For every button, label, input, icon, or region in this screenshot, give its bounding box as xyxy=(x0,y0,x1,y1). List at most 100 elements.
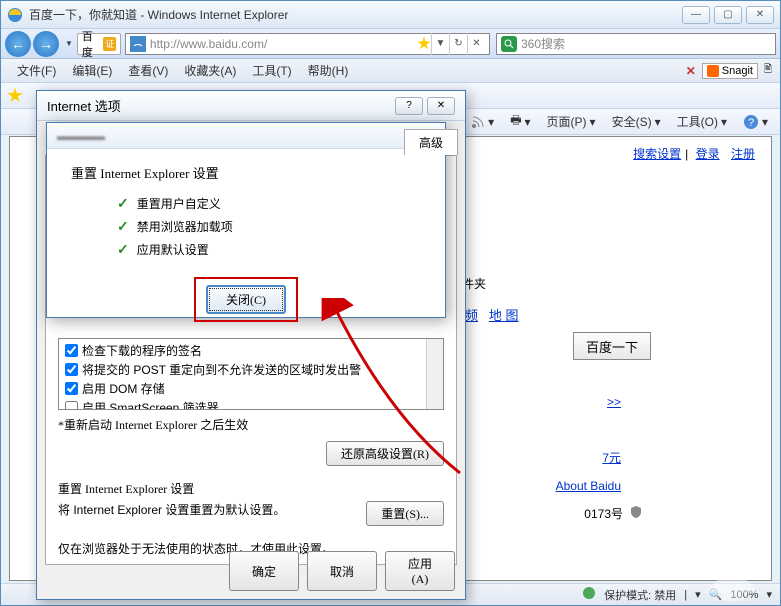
forward-button[interactable]: → xyxy=(33,31,59,57)
favorites-indicator[interactable]: 百度 证 xyxy=(77,33,121,55)
setting-row[interactable]: 将提交的 POST 重定向到不允许发送的区域时发出警 xyxy=(61,360,441,379)
snagit-dropdown-icon[interactable]: 🖹 xyxy=(764,62,772,79)
menu-help[interactable]: 帮助(H) xyxy=(300,62,357,79)
close-button[interactable]: 关闭(C) xyxy=(206,285,286,314)
feeds-button[interactable]: ▾ xyxy=(465,115,500,129)
baidu-search-button[interactable]: 百度一下 xyxy=(573,332,651,360)
minimize-button[interactable]: — xyxy=(682,6,710,24)
apply-button[interactable]: 应用(A) xyxy=(385,551,455,591)
link-map[interactable]: 地 图 xyxy=(489,308,519,323)
setting-label: 启用 SmartScreen 筛选器 xyxy=(82,399,219,410)
refresh-button[interactable]: ↻ xyxy=(449,33,467,55)
menu-file[interactable]: 文件(F) xyxy=(9,62,64,79)
dialog-close-button[interactable]: ✕ xyxy=(427,97,455,115)
baidu-favicon xyxy=(130,36,146,52)
menu-bar: 文件(F) 编辑(E) 查看(V) 收藏夹(A) 工具(T) 帮助(H) ✕ S… xyxy=(1,59,780,83)
link-video[interactable]: 频 xyxy=(465,308,478,323)
url-text: http://www.baidu.com/ xyxy=(150,37,417,51)
close-button[interactable]: ✕ xyxy=(746,6,774,24)
checkbox[interactable] xyxy=(65,382,78,395)
page-menu[interactable]: 页面(P)▾ xyxy=(541,113,602,130)
dialog-footer: 确定 取消 应用(A) xyxy=(229,551,455,591)
link-login[interactable]: 登录 xyxy=(696,147,720,161)
address-bar[interactable]: http://www.baidu.com/ ▼ ↻ ✕ xyxy=(125,33,490,55)
link-about-baidu[interactable]: About Baidu xyxy=(556,479,621,493)
tab-advanced[interactable]: 高级 xyxy=(404,129,458,155)
history-dropdown[interactable]: ▼ xyxy=(65,39,73,48)
menu-edit[interactable]: 编辑(E) xyxy=(64,62,120,79)
snagit-label: Snagit xyxy=(722,65,753,77)
reset-item: ✓ 禁用浏览器加载项 xyxy=(117,215,445,238)
dialog-titlebar: Internet 选项 ? ✕ xyxy=(37,91,465,121)
maximize-button[interactable]: ▢ xyxy=(714,6,742,24)
titlebar: 百度一下，你就知道 - Windows Internet Explorer — … xyxy=(1,1,780,29)
watermark-logo: 系统之家 xyxy=(687,552,777,602)
reset-item-label: 禁用浏览器加载项 xyxy=(137,218,233,235)
check-icon: ✓ xyxy=(117,218,129,235)
checkbox[interactable] xyxy=(65,363,78,376)
svg-text:?: ? xyxy=(748,117,754,129)
stop-button[interactable]: ✕ xyxy=(467,33,485,55)
reset-dialog-titlebar: ▬▬▬▬ xyxy=(47,123,445,149)
check-icon: ✓ xyxy=(117,241,129,258)
scrollbar[interactable] xyxy=(426,339,443,409)
safety-menu[interactable]: 安全(S)▾ xyxy=(606,113,667,130)
address-dropdown[interactable]: ▼ xyxy=(431,33,449,55)
protected-mode-label: 保护模式: 禁用 xyxy=(604,587,676,603)
window-title: 百度一下，你就知道 - Windows Internet Explorer xyxy=(29,6,682,23)
link-price[interactable]: 7元 xyxy=(602,449,621,466)
baidu-category-links: 频 地 图 xyxy=(465,305,518,324)
setting-row[interactable]: 启用 DOM 存储 xyxy=(61,379,441,398)
bookmark-star-icon[interactable] xyxy=(417,37,431,51)
restart-note: *重新启动 Internet Explorer 之后生效 xyxy=(58,416,444,433)
link-search-settings[interactable]: 搜索设置 xyxy=(633,147,681,161)
favorites-label: 百度 xyxy=(82,28,102,60)
checkbox[interactable] xyxy=(65,344,78,357)
snagit-toolbar[interactable]: Snagit xyxy=(702,63,758,79)
tools-menu[interactable]: 工具(O)▾ xyxy=(671,113,733,130)
ok-button[interactable]: 确定 xyxy=(229,551,299,591)
reset-dialog-heading: 重置 Internet Explorer 设置 xyxy=(47,149,445,192)
close-tabs-icon[interactable]: ✕ xyxy=(686,64,696,78)
search-icon xyxy=(501,36,517,52)
reset-button[interactable]: 重置(S)... xyxy=(366,501,444,526)
cancel-button[interactable]: 取消 xyxy=(307,551,377,591)
setting-label: 检查下载的程序的签名 xyxy=(82,342,202,359)
restore-advanced-button[interactable]: 还原高级设置(R) xyxy=(326,441,444,466)
search-box[interactable]: 360搜索 xyxy=(496,33,776,55)
advanced-settings-list[interactable]: 检查下载的程序的签名 将提交的 POST 重定向到不允许发送的区域时发出警 启用… xyxy=(58,338,444,410)
dialog-title: Internet 选项 xyxy=(47,96,121,115)
window-controls: — ▢ ✕ xyxy=(682,6,774,24)
help-button[interactable]: ?▾ xyxy=(737,114,774,130)
search-placeholder: 360搜索 xyxy=(521,35,565,52)
check-icon: ✓ xyxy=(117,195,129,212)
reset-progress-list: ✓ 重置用户自定义 ✓ 禁用浏览器加载项 ✓ 应用默认设置 xyxy=(47,192,445,261)
reset-dialog-title-blurred: ▬▬▬▬ xyxy=(57,129,105,143)
ie-icon xyxy=(7,7,23,23)
internet-zone-icon xyxy=(582,586,596,603)
shield-icon xyxy=(629,505,643,522)
nav-toolbar: ← → ▼ 百度 证 http://www.baidu.com/ ▼ ↻ ✕ 3… xyxy=(1,29,780,59)
link-register[interactable]: 注册 xyxy=(731,147,755,161)
menu-favorites[interactable]: 收藏夹(A) xyxy=(176,62,244,79)
checkbox[interactable] xyxy=(65,401,78,410)
setting-row[interactable]: 启用 SmartScreen 筛选器 xyxy=(61,398,441,410)
setting-label: 启用 DOM 存储 xyxy=(82,380,165,397)
setting-label: 将提交的 POST 重定向到不允许发送的区域时发出警 xyxy=(82,361,361,378)
print-button[interactable]: 🖶▾ xyxy=(504,111,536,132)
cert-badge: 证 xyxy=(103,37,115,51)
snagit-icon xyxy=(707,65,719,77)
link-partial-1[interactable]: >> xyxy=(607,395,621,409)
menu-view[interactable]: 查看(V) xyxy=(120,62,176,79)
back-button[interactable]: ← xyxy=(5,31,31,57)
close-button-highlight: 关闭(C) xyxy=(194,277,298,322)
menu-tools[interactable]: 工具(T) xyxy=(244,62,299,79)
star-icon[interactable] xyxy=(7,88,23,104)
icp-text: 0173号 xyxy=(584,505,623,522)
dialog-help-button[interactable]: ? xyxy=(395,97,423,115)
reset-section: 重置 Internet Explorer 设置 将 Internet Explo… xyxy=(58,480,444,557)
setting-row[interactable]: 检查下载的程序的签名 xyxy=(61,341,441,360)
reset-item-label: 重置用户自定义 xyxy=(137,195,221,212)
reset-item-label: 应用默认设置 xyxy=(137,241,209,258)
svg-text:系统之家: 系统之家 xyxy=(714,591,750,602)
